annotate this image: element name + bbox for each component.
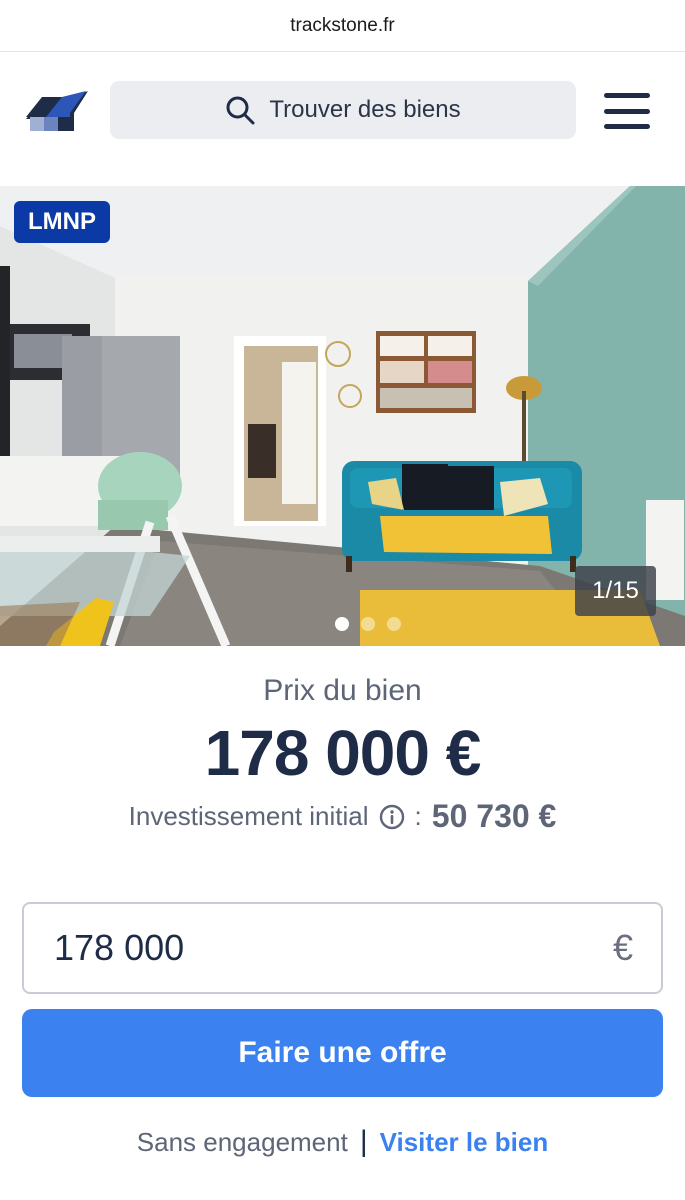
offer-amount-input[interactable]: 178 000 € xyxy=(22,902,663,994)
footer-separator: | xyxy=(359,1125,368,1158)
currency-symbol: € xyxy=(612,927,633,968)
offer-footer: Sans engagement | Visiter le bien xyxy=(0,1125,685,1159)
search-icon xyxy=(225,95,255,125)
initial-investment-label: Investissement initial xyxy=(128,801,369,831)
initial-investment-value: 50 730 € xyxy=(431,798,557,834)
visit-property-link[interactable]: Visiter le bien xyxy=(380,1127,549,1158)
photo-counter: 1/15 xyxy=(575,566,656,616)
initial-investment-separator: : xyxy=(414,801,422,831)
carousel-dots[interactable] xyxy=(335,617,401,631)
initial-investment: Investissement initial : 50 730 € xyxy=(0,798,685,835)
price-label: Prix du bien xyxy=(263,674,422,707)
browser-url-bar[interactable]: trackstone.fr xyxy=(0,0,685,52)
search-bar[interactable]: Trouver des biens xyxy=(110,81,576,139)
make-offer-button[interactable]: Faire une offre xyxy=(22,1009,663,1097)
property-photo-carousel[interactable]: LMNP 1/15 xyxy=(0,186,685,646)
lmnp-badge: LMNP xyxy=(14,201,110,243)
property-price: 178 000 € xyxy=(204,717,482,789)
offer-amount-value: 178 000 xyxy=(54,927,185,968)
site-header: Trouver des biens xyxy=(0,53,685,185)
url-text: trackstone.fr xyxy=(290,14,395,36)
trackstone-logo-icon[interactable] xyxy=(24,87,90,133)
carousel-dot[interactable] xyxy=(361,617,375,631)
search-placeholder: Trouver des biens xyxy=(269,96,461,123)
carousel-dot[interactable] xyxy=(335,617,349,631)
info-icon[interactable] xyxy=(379,804,405,830)
no-commitment-text: Sans engagement xyxy=(136,1126,348,1157)
make-offer-label: Faire une offre xyxy=(238,1036,447,1069)
carousel-dot[interactable] xyxy=(387,617,401,631)
hamburger-menu-icon[interactable] xyxy=(604,93,650,129)
